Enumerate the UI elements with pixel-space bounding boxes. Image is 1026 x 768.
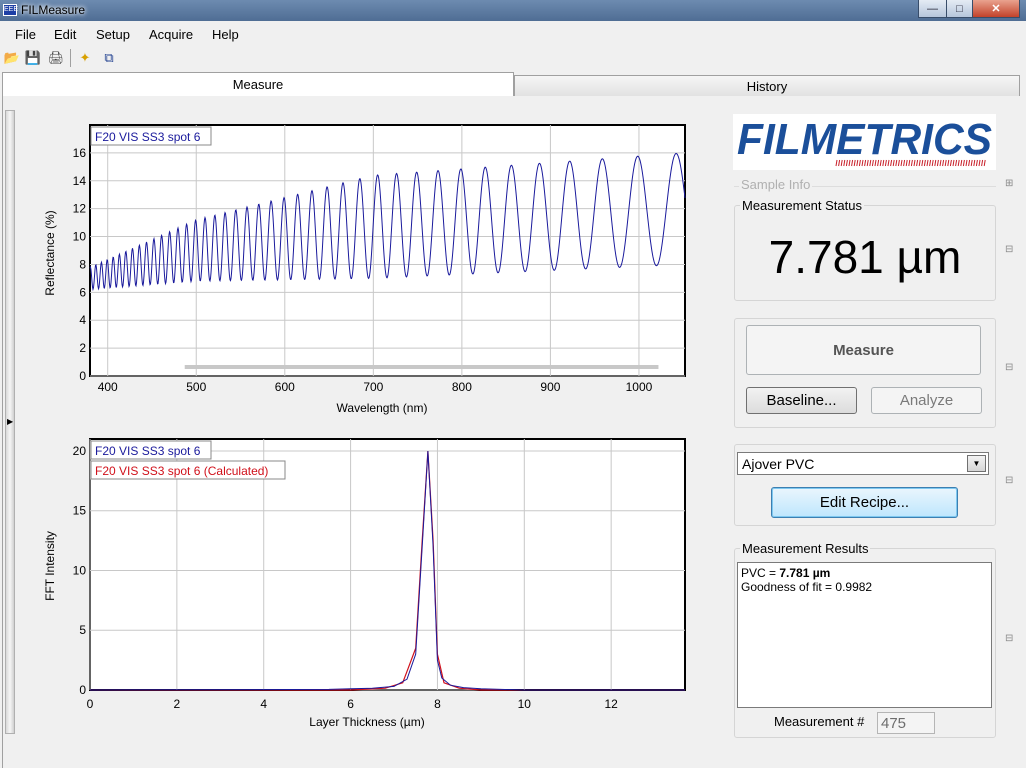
reflectance-y-tick-label: 12 <box>73 202 87 216</box>
close-button[interactable]: ✕ <box>972 0 1020 18</box>
reflectance-y-tick-label: 16 <box>73 146 87 160</box>
fft-x-tick-label: 10 <box>518 697 532 711</box>
new-recipe-icon[interactable]: ✦ <box>76 49 94 67</box>
fft-x-tick-label: 4 <box>260 697 267 711</box>
reflectance-legend-label: F20 VIS SS3 spot 6 <box>95 130 201 144</box>
reflectance-x-label: Wavelength (nm) <box>337 401 428 415</box>
reflectance-x-tick-label: 600 <box>275 380 295 394</box>
reference-band <box>184 365 659 369</box>
fft-chart: 0 2 4 6 8 10 12 0 5 10 15 20 F20 VIS SS3 spot 6 F20… <box>30 432 700 734</box>
reflectance-x-tick-label: 900 <box>540 380 560 394</box>
filmetrics-logo: FILMETRICS <box>733 114 996 170</box>
fft-x-label: Layer Thickness (µm) <box>309 715 424 729</box>
fft-x-tick-label: 0 <box>87 697 94 711</box>
reflectance-x-tick-label: 1000 <box>626 380 653 394</box>
reflectance-x-tick-label: 700 <box>363 380 383 394</box>
measure-button[interactable]: Measure <box>746 325 981 375</box>
fft-x-tick-label: 6 <box>347 697 354 711</box>
reflectance-chart: 400 500 600 700 800 900 1000 0 2 4 6 8 10 12 14 16 F20 … <box>30 120 700 420</box>
menu-help[interactable]: Help <box>212 27 239 42</box>
reflectance-x-tick-label: 500 <box>186 380 206 394</box>
edit-recipe-button[interactable]: Edit Recipe... <box>771 487 958 518</box>
fft-y-tick-label: 0 <box>79 683 86 697</box>
tab-strip: Measure History <box>0 72 1026 97</box>
reflectance-y-tick-label: 14 <box>73 174 87 188</box>
save-icon[interactable]: 💾 <box>24 49 42 67</box>
reflectance-y-tick-label: 8 <box>79 257 86 271</box>
toolbar-separator <box>70 49 71 67</box>
results-textbox[interactable]: PVC = 7.781 µm Goodness of fit = 0.9982 <box>737 562 992 708</box>
analyze-button[interactable]: Analyze <box>871 387 982 414</box>
recipe-collapse-icon[interactable]: ⊟ <box>1005 475 1015 486</box>
open-folder-icon[interactable]: 📂 <box>3 49 21 67</box>
fft-y-tick-label: 5 <box>79 623 86 637</box>
fft-x-tick-label: 8 <box>434 697 441 711</box>
chevron-down-icon[interactable]: ▼ <box>967 455 986 472</box>
reflectance-y-tick-label: 0 <box>79 369 86 383</box>
fft-x-tick-label: 12 <box>604 697 618 711</box>
reflectance-y-label: Reflectance (%) <box>43 210 57 295</box>
thickness-readout: 7.781 µm <box>768 231 962 283</box>
measurement-status-label: Measurement Status <box>740 198 864 213</box>
reflectance-y-tick-label: 4 <box>79 313 86 327</box>
reflectance-y-tick-label: 10 <box>73 230 87 244</box>
sample-info-expand-icon[interactable]: ⊞ <box>1005 178 1015 189</box>
baseline-button[interactable]: Baseline... <box>746 387 857 414</box>
fft-y-tick-label: 10 <box>73 563 87 577</box>
fft-legend-label-1: F20 VIS SS3 spot 6 <box>95 444 201 458</box>
reflectance-plot-area <box>89 124 686 377</box>
menu-bar: File Edit Setup Acquire Help <box>0 22 1026 46</box>
controls-collapse-icon[interactable]: ⊟ <box>1005 362 1015 373</box>
menu-edit[interactable]: Edit <box>54 27 76 42</box>
print-icon[interactable]: 🖨 <box>47 49 65 67</box>
result-line-goodness: Goodness of fit = 0.9982 <box>741 580 873 594</box>
reflectance-x-tick-label: 400 <box>98 380 118 394</box>
reflectance-y-tick-label: 2 <box>79 341 86 355</box>
tab-history[interactable]: History <box>514 75 1020 97</box>
fft-x-tick-label: 2 <box>174 697 181 711</box>
save-copy-icon[interactable]: ⧉ <box>100 49 118 67</box>
fft-y-label: FFT Intensity <box>43 531 57 601</box>
expand-arrow-icon[interactable]: ▶ <box>7 417 13 426</box>
minimize-button[interactable]: — <box>918 0 947 18</box>
menu-file[interactable]: File <box>15 27 36 42</box>
sample-info-label[interactable]: Sample Info <box>739 177 813 192</box>
logo-text: FILMETRICS <box>737 115 992 164</box>
panel-splitter[interactable]: ▶ <box>5 110 15 734</box>
reflectance-y-tick-label: 6 <box>79 285 86 299</box>
toolbar: 📂 💾 🖨 ✦ ⧉ <box>0 46 1026 70</box>
status-collapse-icon[interactable]: ⊟ <box>1005 244 1015 255</box>
tab-measure[interactable]: Measure <box>2 72 514 97</box>
maximize-button[interactable]: □ <box>946 0 973 18</box>
recipe-selected-value: Ajover PVC <box>742 456 815 472</box>
fft-legend-label-2: F20 VIS SS3 spot 6 (Calculated) <box>95 464 268 478</box>
app-icon: EEE <box>3 4 18 16</box>
result-line-thickness: PVC = 7.781 µm <box>741 566 831 580</box>
measurement-number-field: 475 <box>877 712 935 734</box>
fft-y-tick-label: 15 <box>73 504 87 518</box>
reflectance-x-tick-label: 800 <box>452 380 472 394</box>
recipe-select[interactable]: Ajover PVC ▼ <box>737 452 989 475</box>
window-title: FILMeasure <box>21 3 86 17</box>
title-bar: EEE FILMeasure — □ ✕ <box>0 0 1026 21</box>
menu-acquire[interactable]: Acquire <box>149 27 193 42</box>
menu-setup[interactable]: Setup <box>96 27 130 42</box>
measurement-number-label: Measurement # <box>774 714 865 729</box>
fft-y-tick-label: 20 <box>73 444 87 458</box>
measurement-results-label: Measurement Results <box>740 541 871 556</box>
results-collapse-icon[interactable]: ⊟ <box>1005 633 1015 644</box>
